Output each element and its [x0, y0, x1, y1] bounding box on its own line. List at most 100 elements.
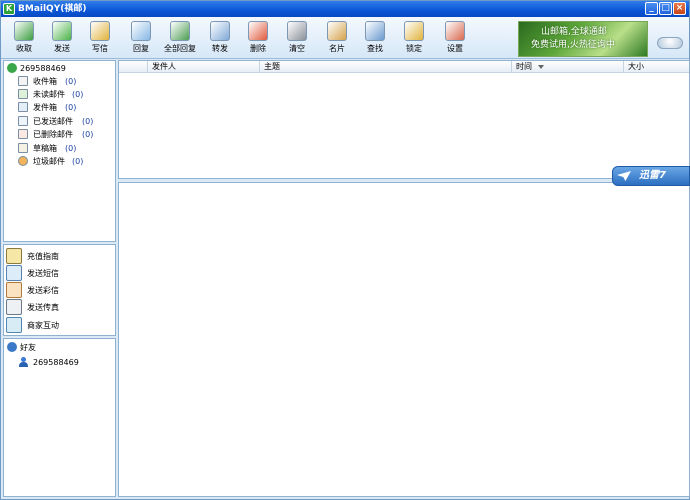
friend-panel: 好友 269588469 [3, 338, 116, 497]
friend-group-label: 好友 [20, 343, 36, 352]
service-label: 商家互动 [27, 321, 59, 330]
trash-icon [287, 21, 307, 41]
ad-text-line2: 免费试用,火热征询中 [531, 40, 615, 50]
folder-label: 已删除邮件 [33, 130, 73, 139]
ad-text-line1: 山邮箱,全球通邮 [541, 27, 607, 37]
reply-button[interactable]: 回复 [122, 19, 160, 57]
mail-list-header: 发件人 主题 时间 大小 [119, 61, 689, 73]
receive-button[interactable]: 收取 [5, 19, 43, 57]
sort-descending-icon [538, 64, 544, 69]
xunlei-badge-label: 迅雷7 [639, 170, 666, 181]
fax-icon [6, 299, 22, 315]
column-size[interactable]: 大小 [623, 61, 671, 73]
account-collapse-icon[interactable] [7, 63, 17, 73]
maximize-button[interactable]: □ [659, 2, 672, 15]
mms-icon [6, 282, 22, 298]
column-time[interactable]: 时间 [511, 61, 623, 73]
minimize-button[interactable]: _ [645, 2, 658, 15]
send-icon [52, 21, 72, 41]
reply-icon [131, 21, 151, 41]
folder-label: 已发送邮件 [33, 117, 73, 126]
folder-label: 收件箱 [33, 77, 57, 86]
service-label: 发送短信 [27, 269, 59, 278]
lock-label: 锁定 [406, 44, 422, 53]
compose-icon [90, 21, 110, 41]
folder-count: (0) [65, 77, 77, 86]
reply-all-label: 全部回复 [164, 44, 196, 53]
column-subject-label: 主题 [264, 62, 280, 71]
folder-panel: 269588469 收件箱 (0) 未读邮件 (0) 发件箱 (0) 已发送邮件… [3, 60, 116, 242]
folder-label: 垃圾邮件 [33, 157, 65, 166]
settings-icon [445, 21, 465, 41]
recharge-icon [6, 248, 22, 264]
find-button[interactable]: 查找 [356, 19, 394, 57]
app-window: K BMailQY(祺邮) _ □ × 收取 发送 写信 回复 全部回复 转发 [0, 0, 690, 500]
group-collapse-icon[interactable] [7, 342, 17, 352]
column-time-label: 时间 [516, 62, 532, 71]
folder-count: (0) [82, 130, 94, 139]
cloud-icon[interactable] [657, 37, 683, 49]
preview-pane[interactable] [118, 182, 690, 497]
delete-label: 删除 [250, 44, 266, 53]
find-label: 查找 [367, 44, 383, 53]
reply-all-button[interactable]: 全部回复 [161, 19, 199, 57]
settings-button[interactable]: 设置 [436, 19, 474, 57]
folder-count: (0) [72, 157, 84, 166]
ad-banner[interactable]: 山邮箱,全球通邮 免费试用,火热征询中 [518, 21, 648, 57]
folder-label: 未读邮件 [33, 90, 65, 99]
folder-count: (0) [65, 144, 77, 153]
toolbar: 收取 发送 写信 回复 全部回复 转发 删除 清空 名片 查找 锁定 设置 山邮… [1, 17, 689, 59]
lock-button[interactable]: 锁定 [395, 19, 433, 57]
spam-icon [18, 156, 28, 166]
window-title: BMailQY(祺邮) [18, 4, 87, 14]
title-bar[interactable]: K BMailQY(祺邮) _ □ × [1, 1, 689, 17]
empty-trash-label: 清空 [289, 44, 305, 53]
settings-label: 设置 [447, 44, 463, 53]
folder-count: (0) [65, 103, 77, 112]
service-panel: 充值指南 发送短信 发送彩信 发送传真 商家互动 [3, 244, 116, 336]
xunlei-bird-icon [617, 171, 631, 181]
receive-icon [14, 21, 34, 41]
forward-icon [210, 21, 230, 41]
folder-label: 发件箱 [33, 103, 57, 112]
column-sender[interactable]: 发件人 [147, 61, 259, 73]
sent-icon [18, 116, 28, 126]
reply-label: 回复 [133, 44, 149, 53]
merchant-icon [6, 317, 22, 333]
xunlei-badge[interactable]: 迅雷7 [612, 166, 690, 186]
outbox-icon [18, 102, 28, 112]
unread-icon [18, 89, 28, 99]
service-label: 发送传真 [27, 303, 59, 312]
find-icon [365, 21, 385, 41]
forward-label: 转发 [212, 44, 228, 53]
close-button[interactable]: × [673, 2, 686, 15]
reply-all-icon [170, 21, 190, 41]
sms-icon [6, 265, 22, 281]
forward-button[interactable]: 转发 [201, 19, 239, 57]
deleted-icon [18, 129, 28, 139]
compose-label: 写信 [92, 44, 108, 53]
person-icon [18, 357, 28, 367]
person-body [19, 362, 28, 367]
empty-trash-button[interactable]: 清空 [278, 19, 316, 57]
compose-button[interactable]: 写信 [81, 19, 119, 57]
folder-count: (0) [82, 117, 94, 126]
column-subject[interactable]: 主题 [259, 61, 511, 73]
friend-name: 269588469 [33, 358, 79, 367]
folder-label: 草稿箱 [33, 144, 57, 153]
contact-card-label: 名片 [329, 44, 345, 53]
delete-button[interactable]: 删除 [239, 19, 277, 57]
mail-list[interactable]: 发件人 主题 时间 大小 [118, 60, 690, 179]
column-size-label: 大小 [628, 62, 644, 71]
contact-card-button[interactable]: 名片 [318, 19, 356, 57]
contact-card-icon [327, 21, 347, 41]
account-name: 269588469 [20, 64, 66, 73]
service-label: 发送彩信 [27, 286, 59, 295]
column-sender-label: 发件人 [152, 62, 176, 71]
send-label: 发送 [54, 44, 70, 53]
app-logo-icon: K [3, 3, 15, 15]
drafts-icon [18, 143, 28, 153]
folder-count: (0) [72, 90, 84, 99]
send-button[interactable]: 发送 [43, 19, 81, 57]
inbox-icon [18, 76, 28, 86]
